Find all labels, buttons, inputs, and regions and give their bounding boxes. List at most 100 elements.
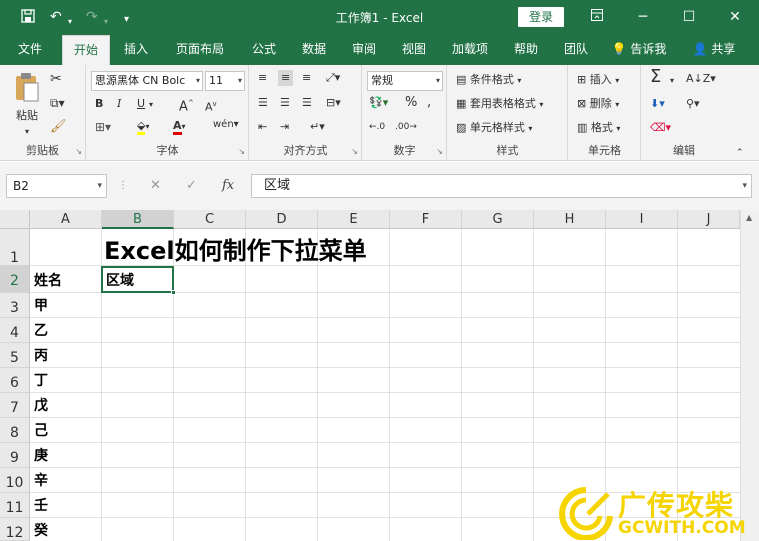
merge-center-icon[interactable]: ⊟▾ [326, 95, 341, 111]
close-icon[interactable]: ✕ [720, 6, 750, 28]
maximize-icon[interactable]: ☐ [674, 6, 704, 28]
column-header-d[interactable]: D [246, 210, 318, 229]
cell-a4[interactable]: 乙 [30, 320, 48, 340]
minimize-icon[interactable]: ─ [628, 6, 658, 28]
row-header-9[interactable]: 9 [0, 443, 30, 468]
clear-icon[interactable]: ⌫▾ [650, 120, 671, 136]
row-header-11[interactable]: 11 [0, 493, 30, 518]
column-header-e[interactable]: E [318, 210, 390, 229]
comma-style-icon[interactable]: , [427, 95, 431, 111]
font-name-select[interactable]: 思源黑体 CN Bolc ▾ [91, 71, 203, 91]
align-middle-icon[interactable]: ≡ [278, 70, 294, 86]
select-all-corner[interactable] [0, 210, 30, 229]
tab-help[interactable]: 帮助 [504, 35, 548, 65]
cell-a2[interactable]: 姓名 [30, 270, 62, 290]
scroll-up-icon[interactable]: ▲ [746, 213, 752, 222]
row-header-7[interactable]: 7 [0, 393, 30, 418]
underline-icon[interactable]: U [137, 96, 145, 112]
tab-page-layout[interactable]: 页面布局 [168, 35, 232, 65]
copy-icon[interactable]: ⧉▾ [50, 95, 65, 111]
tab-home[interactable]: 开始 [62, 35, 110, 66]
italic-icon[interactable]: I [117, 96, 121, 112]
cut-icon[interactable]: ✂ [50, 71, 62, 87]
confirm-entry-icon[interactable]: ✓ [186, 174, 197, 198]
increase-font-size-icon[interactable]: A^ [179, 95, 194, 115]
underline-dropdown-icon[interactable]: ▾ [149, 97, 153, 113]
sort-filter-icon[interactable]: A↓Z▾ [686, 71, 716, 87]
align-top-icon[interactable]: ≡ [258, 70, 267, 86]
cell-a7[interactable]: 戊 [30, 395, 48, 415]
cancel-entry-icon[interactable]: ✕ [150, 174, 161, 198]
insert-cells-button[interactable]: ⊞ 插入 ▾ [577, 72, 619, 89]
row-header-4[interactable]: 4 [0, 318, 30, 343]
cell-a6[interactable]: 丁 [30, 370, 48, 390]
tab-data[interactable]: 数据 [292, 35, 336, 65]
wrap-text-icon[interactable]: ↵▾ [310, 119, 325, 135]
collapse-ribbon-icon[interactable]: ⌃ [736, 145, 744, 161]
formula-input[interactable]: 区域 ▾ [251, 174, 752, 198]
column-header-f[interactable]: F [390, 210, 462, 229]
cell-a3[interactable]: 甲 [30, 295, 48, 315]
align-right-icon[interactable]: ☰ [302, 95, 312, 111]
align-center-icon[interactable]: ☰ [280, 95, 290, 111]
fill-color-icon[interactable]: ⬙▾ [137, 118, 149, 135]
row-header-2[interactable]: 2 [0, 266, 30, 293]
column-header-i[interactable]: I [606, 210, 678, 229]
increase-indent-icon[interactable]: ⇥ [280, 119, 289, 135]
orientation-icon[interactable]: ⤢▾ [326, 70, 340, 86]
fill-icon[interactable]: ⬇▾ [650, 96, 665, 112]
font-size-select[interactable]: 11 ▾ [205, 71, 245, 91]
fill-handle[interactable] [171, 290, 176, 295]
name-box[interactable]: B2 ▾ [6, 174, 107, 198]
login-button[interactable]: 登录 [518, 7, 564, 27]
column-header-c[interactable]: C [174, 210, 246, 229]
cell-a10[interactable]: 辛 [30, 470, 48, 490]
decrease-font-size-icon[interactable]: Av [205, 96, 217, 116]
column-header-j[interactable]: J [678, 210, 740, 229]
column-header-g[interactable]: G [462, 210, 534, 229]
increase-decimal-icon[interactable]: ←.0 [369, 119, 385, 135]
tab-team[interactable]: 团队 [554, 35, 598, 65]
format-as-table-button[interactable]: ▦ 套用表格格式 ▾ [456, 96, 543, 113]
font-color-icon[interactable]: A▾ [173, 118, 186, 135]
font-launcher-icon[interactable]: ↘ [238, 147, 245, 156]
ribbon-display-options-icon[interactable] [582, 6, 612, 28]
decrease-decimal-icon[interactable]: .00→ [395, 119, 417, 135]
tab-view[interactable]: 视图 [392, 35, 436, 65]
cell-styles-button[interactable]: ▨ 单元格样式 ▾ [456, 120, 532, 137]
accounting-format-icon[interactable]: 💱▾ [369, 95, 388, 111]
cell-a12[interactable]: 癸 [30, 520, 48, 540]
align-left-icon[interactable]: ☰ [258, 95, 268, 111]
number-format-select[interactable]: 常规 ▾ [367, 71, 443, 91]
tab-review[interactable]: 审阅 [342, 35, 386, 65]
find-select-icon[interactable]: ⚲▾ [686, 96, 700, 112]
phonetic-guide-icon[interactable]: wén▾ [213, 117, 239, 133]
share-button[interactable]: 👤 共享 [686, 35, 742, 65]
tab-addins[interactable]: 加载项 [442, 35, 498, 65]
tell-me-search[interactable]: 💡 告诉我 [606, 35, 672, 65]
percent-icon[interactable]: % [405, 95, 417, 111]
row-header-3[interactable]: 3 [0, 293, 30, 318]
column-header-b[interactable]: B [102, 210, 174, 229]
cell-a5[interactable]: 丙 [30, 345, 48, 365]
column-header-h[interactable]: H [534, 210, 606, 229]
cell-a8[interactable]: 己 [30, 420, 48, 440]
row-header-8[interactable]: 8 [0, 418, 30, 443]
decrease-indent-icon[interactable]: ⇤ [258, 119, 267, 135]
bold-icon[interactable]: B [95, 96, 103, 112]
cell-a11[interactable]: 壬 [30, 495, 48, 515]
cell-b1-title[interactable]: Excel如何制作下拉菜单 [104, 231, 367, 266]
number-launcher-icon[interactable]: ↘ [436, 147, 443, 156]
tab-file[interactable]: 文件 [8, 35, 52, 65]
conditional-formatting-button[interactable]: ▤ 条件格式 ▾ [456, 72, 521, 89]
tab-insert[interactable]: 插入 [114, 35, 158, 65]
column-header-a[interactable]: A [30, 210, 102, 229]
borders-icon[interactable]: ⊞▾ [95, 119, 111, 135]
autosum-icon[interactable]: Σ [650, 68, 661, 86]
format-cells-button[interactable]: ▥ 格式 ▾ [577, 120, 620, 137]
insert-function-icon[interactable]: fx [222, 174, 234, 198]
clipboard-launcher-icon[interactable]: ↘ [75, 147, 82, 156]
autosum-dropdown-icon[interactable]: ▾ [670, 73, 674, 89]
paste-button[interactable]: 粘贴 ▾ [10, 71, 44, 136]
format-painter-icon[interactable]: 🖌 [50, 119, 67, 135]
